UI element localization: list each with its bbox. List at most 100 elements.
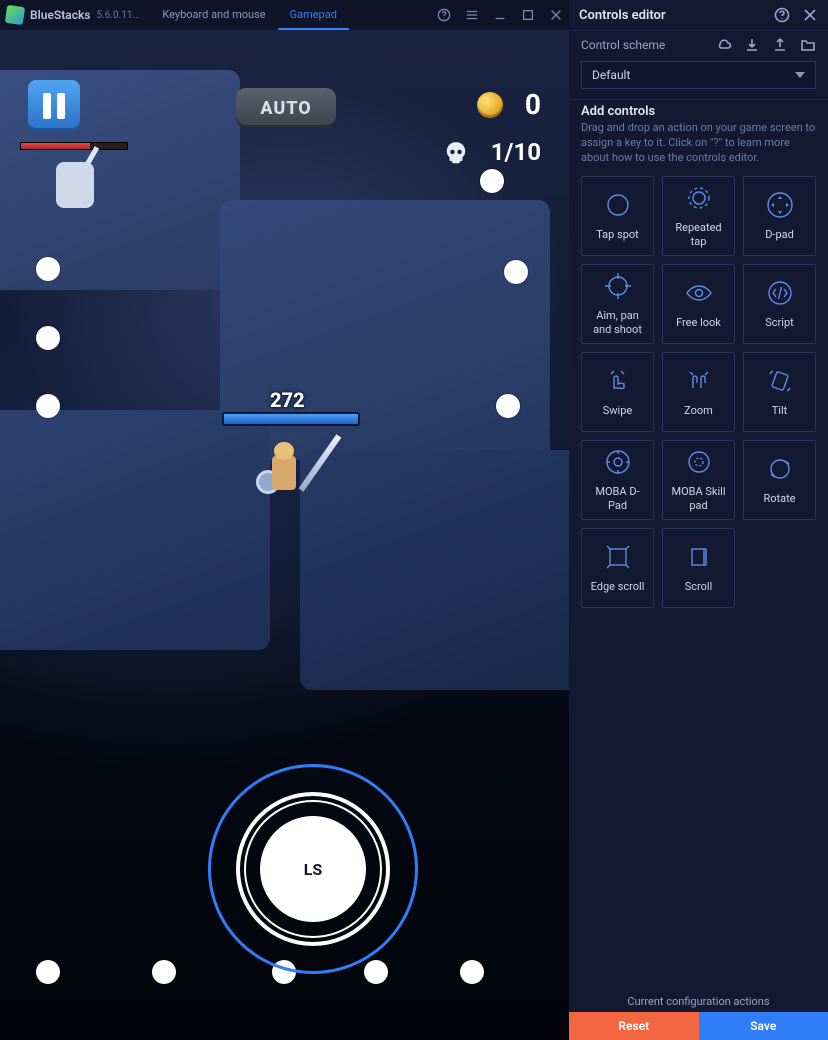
tap-spot-marker[interactable]: [496, 394, 520, 418]
control-tilt[interactable]: Tilt: [743, 352, 816, 432]
coin-count: 0: [525, 88, 541, 121]
scheme-label: Control scheme: [581, 38, 716, 52]
control-repeated-tap[interactable]: Repeated tap: [662, 176, 735, 256]
controls-grid: Tap spot Repeated tap D-pad Aim, pan and…: [569, 176, 828, 620]
close-window-icon[interactable]: [549, 8, 563, 22]
tap-spot-marker[interactable]: [460, 960, 484, 984]
app-name: BlueStacks: [30, 8, 90, 22]
control-label: Script: [761, 316, 797, 329]
control-free-look[interactable]: Free look: [662, 264, 735, 344]
scheme-dropdown[interactable]: Default: [581, 61, 816, 89]
editor-help-icon[interactable]: [774, 7, 790, 23]
control-label: Tilt: [768, 404, 792, 417]
control-scroll[interactable]: Scroll: [662, 528, 735, 608]
control-label: Rotate: [759, 492, 799, 505]
app-root: BlueStacks 5.6.0.11... Keyboard and mous…: [0, 0, 828, 1040]
scheme-import-icon[interactable]: [744, 37, 760, 53]
tap-spot-marker[interactable]: [36, 394, 60, 418]
control-rotate[interactable]: Rotate: [743, 440, 816, 520]
control-label: D-pad: [761, 228, 798, 241]
control-edge-scroll[interactable]: Edge scroll: [581, 528, 654, 608]
titlebar: BlueStacks 5.6.0.11... Keyboard and mous…: [0, 0, 569, 30]
tap-spot-marker[interactable]: [36, 257, 60, 281]
tab-gamepad[interactable]: Gamepad: [278, 0, 349, 30]
player-hp-value: 272: [270, 388, 305, 412]
skull-icon: [443, 140, 469, 166]
scheme-export-icon[interactable]: [772, 37, 788, 53]
pause-button[interactable]: [28, 80, 80, 132]
crosshair-icon: [603, 271, 633, 301]
input-mode-tabs: Keyboard and mouse Gamepad: [150, 0, 349, 30]
scheme-folder-icon[interactable]: [800, 37, 816, 53]
scheme-cloud-icon[interactable]: [716, 37, 732, 53]
scheme-value: Default: [592, 68, 630, 82]
script-icon: [765, 278, 795, 308]
chevron-down-icon: [795, 72, 805, 78]
editor-close-icon[interactable]: [802, 7, 818, 23]
control-label: Swipe: [599, 404, 636, 417]
dpad-icon: [765, 190, 795, 220]
tap-spot-icon: [603, 190, 633, 220]
tap-spot-marker[interactable]: [36, 326, 60, 350]
control-label: Zoom: [680, 404, 717, 417]
game-viewport[interactable]: AUTO 0 1/10 272: [0, 30, 569, 1040]
tap-spot-marker[interactable]: [480, 169, 504, 193]
tilt-icon: [765, 366, 795, 396]
control-swipe[interactable]: Swipe: [581, 352, 654, 432]
analog-stick-label: LS: [260, 816, 366, 922]
controls-editor-panel: Controls editor Control scheme Default A…: [569, 0, 828, 1040]
scheme-row: Control scheme: [569, 31, 828, 61]
analog-stick-overlay[interactable]: LS: [208, 764, 418, 974]
enemy-hp-bar: [20, 142, 128, 150]
auto-button[interactable]: AUTO: [236, 88, 336, 128]
enemy-sprite: [48, 152, 102, 212]
control-aim-pan-shoot[interactable]: Aim, pan and shoot: [581, 264, 654, 344]
editor-header: Controls editor: [569, 0, 828, 30]
player-hp-bar: [222, 412, 360, 426]
bluestacks-logo-icon: [5, 5, 25, 25]
kill-count: 1/10: [491, 138, 541, 166]
coin-icon: [477, 92, 503, 118]
app-version: 5.6.0.11...: [96, 10, 140, 21]
add-controls-title: Add controls: [569, 100, 828, 121]
control-script[interactable]: Script: [743, 264, 816, 344]
control-label: MOBA D-Pad: [582, 485, 653, 511]
game-pane: BlueStacks 5.6.0.11... Keyboard and mous…: [0, 0, 569, 1040]
control-zoom[interactable]: Zoom: [662, 352, 735, 432]
tap-spot-marker[interactable]: [36, 960, 60, 984]
window-controls: [437, 8, 563, 22]
moba-skill-icon: [684, 447, 714, 477]
scroll-icon: [684, 542, 714, 572]
moba-dpad-icon: [603, 447, 633, 477]
repeated-tap-icon: [684, 183, 714, 213]
eye-icon: [684, 278, 714, 308]
control-moba-dpad[interactable]: MOBA D-Pad: [581, 440, 654, 520]
maximize-icon[interactable]: [521, 8, 535, 22]
editor-title: Controls editor: [579, 8, 666, 23]
control-label: Aim, pan and shoot: [582, 309, 653, 335]
control-label: Free look: [672, 316, 725, 329]
control-label: Tap spot: [592, 228, 643, 241]
minimize-icon[interactable]: [493, 8, 507, 22]
control-label: MOBA Skill pad: [663, 485, 734, 511]
control-label: Repeated tap: [663, 221, 734, 247]
control-dpad[interactable]: D-pad: [743, 176, 816, 256]
config-actions-label: Current configuration actions: [569, 989, 828, 1012]
player-sprite: [250, 430, 320, 520]
zoom-icon: [684, 366, 714, 396]
editor-footer: Current configuration actions Reset Save: [569, 989, 828, 1040]
edge-scroll-icon: [603, 542, 633, 572]
rotate-icon: [765, 454, 795, 484]
hamburger-icon[interactable]: [465, 8, 479, 22]
tab-keyboard-mouse[interactable]: Keyboard and mouse: [150, 0, 277, 30]
reset-button[interactable]: Reset: [569, 1012, 699, 1040]
swipe-icon: [603, 366, 633, 396]
tap-spot-marker[interactable]: [152, 960, 176, 984]
tap-spot-marker[interactable]: [504, 260, 528, 284]
control-label: Edge scroll: [587, 580, 649, 593]
help-icon[interactable]: [437, 8, 451, 22]
add-controls-desc: Drag and drop an action on your game scr…: [569, 121, 828, 176]
control-tap-spot[interactable]: Tap spot: [581, 176, 654, 256]
control-moba-skill[interactable]: MOBA Skill pad: [662, 440, 735, 520]
save-button[interactable]: Save: [699, 1012, 828, 1040]
